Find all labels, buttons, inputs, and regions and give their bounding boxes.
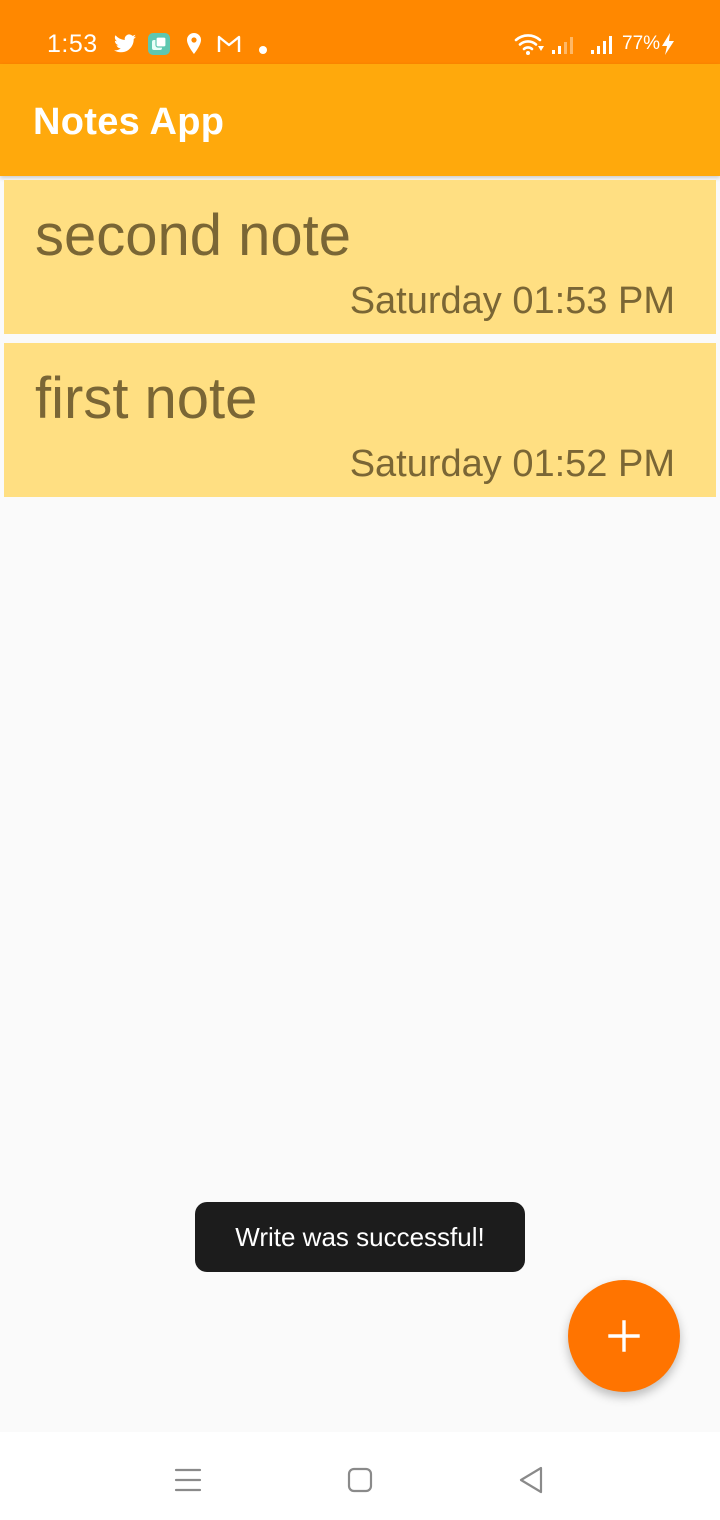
recent-apps-button[interactable] xyxy=(168,1460,208,1500)
plus-icon xyxy=(608,1320,640,1352)
status-bar: 1:53 77% xyxy=(0,0,720,64)
charging-icon xyxy=(662,33,674,55)
home-icon xyxy=(347,1467,373,1493)
twitter-icon xyxy=(114,34,136,53)
app-title: Notes App xyxy=(33,101,225,143)
note-card[interactable]: first note Saturday 01:52 PM xyxy=(4,343,716,497)
status-time: 1:53 xyxy=(47,30,98,58)
navigation-bar xyxy=(0,1432,720,1520)
chat-app-icon xyxy=(148,33,170,55)
wifi-icon xyxy=(514,34,544,55)
note-title: second note xyxy=(35,203,352,268)
note-date: Saturday 01:52 PM xyxy=(349,443,675,485)
battery-percentage: 77% xyxy=(622,33,661,54)
note-card[interactable]: second note Saturday 01:53 PM xyxy=(4,180,716,334)
location-icon xyxy=(187,33,201,54)
signal-icon xyxy=(591,36,612,54)
toast-text: Write was successful! xyxy=(235,1222,485,1252)
gmail-icon xyxy=(217,35,241,52)
note-title: first note xyxy=(35,366,258,431)
note-list: second note Saturday 01:53 PM first note… xyxy=(4,180,716,506)
back-button[interactable] xyxy=(511,1460,551,1500)
home-button[interactable] xyxy=(340,1460,380,1500)
menu-icon xyxy=(174,1468,202,1492)
signal-icon xyxy=(552,37,573,54)
add-note-button[interactable] xyxy=(568,1280,680,1392)
notification-dot-icon xyxy=(259,46,267,54)
back-icon xyxy=(519,1466,543,1494)
toast-message: Write was successful! xyxy=(195,1202,525,1272)
screen: 1:53 77% Notes App second note Saturday … xyxy=(0,0,720,1520)
note-date: Saturday 01:53 PM xyxy=(349,280,675,322)
app-bar: Notes App xyxy=(0,64,720,176)
